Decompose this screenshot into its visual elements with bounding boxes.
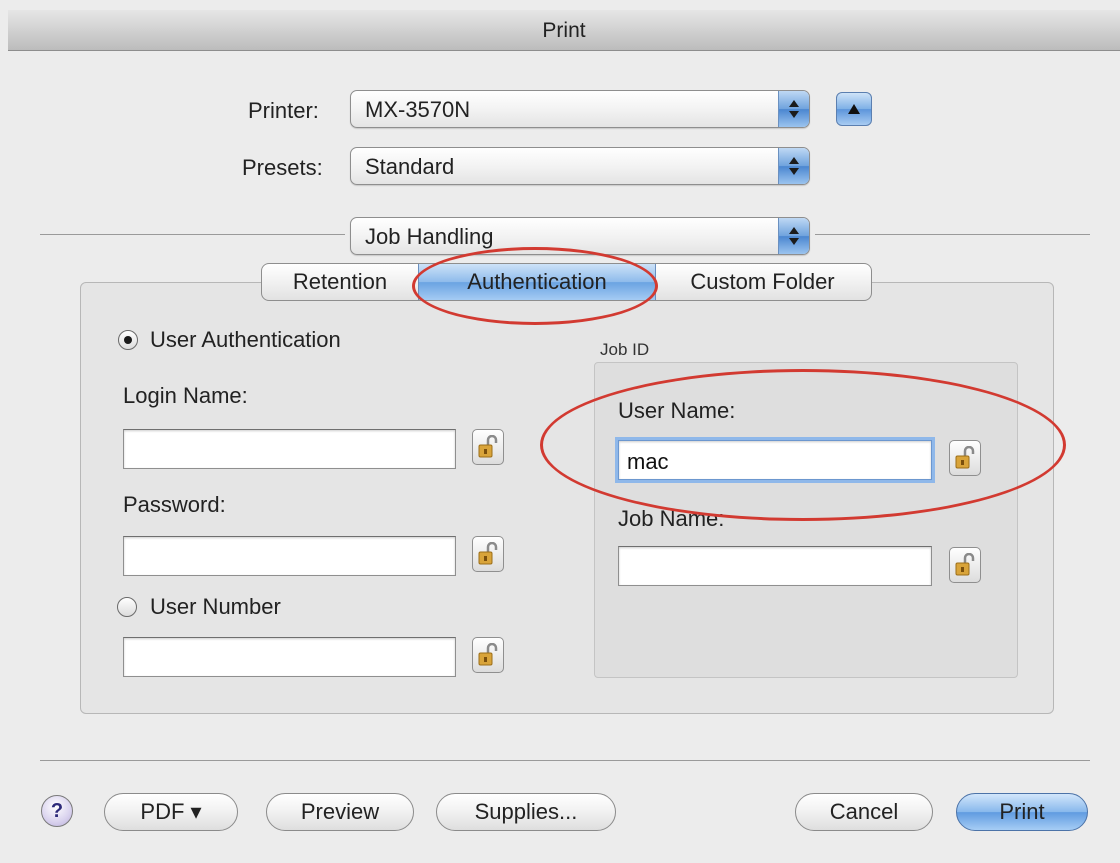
title-bar: Print [8, 10, 1120, 51]
login-name-label: Login Name: [123, 383, 248, 408]
separator-left [40, 234, 345, 235]
preview-button[interactable]: Preview [266, 793, 414, 831]
tab-custom-folder[interactable]: Custom Folder [654, 264, 871, 300]
user-number-field[interactable] [123, 637, 456, 677]
user-name-label: User Name: [618, 398, 736, 423]
user-number-lock-button[interactable] [472, 637, 504, 673]
bottom-separator [40, 760, 1090, 761]
separator-right [815, 234, 1090, 235]
login-name-lock-button[interactable] [472, 429, 504, 465]
disclosure-button[interactable] [836, 92, 872, 126]
window-title: Print [542, 19, 586, 42]
login-name-field[interactable] [123, 429, 456, 469]
user-name-lock-button[interactable] [949, 440, 981, 476]
section-value: Job Handling [365, 224, 494, 249]
triangle-up-icon [848, 104, 860, 114]
unlocked-padlock-icon [955, 446, 975, 469]
user-number-label: User Number [150, 594, 281, 619]
unlocked-padlock-icon [478, 643, 498, 666]
user-number-radio[interactable] [117, 597, 137, 617]
password-lock-button[interactable] [472, 536, 504, 572]
presets-label: Presets: [242, 155, 323, 180]
unlocked-padlock-icon [955, 553, 975, 576]
job-name-lock-button[interactable] [949, 547, 981, 583]
job-id-group-label: Job ID [600, 340, 650, 359]
job-name-field[interactable] [618, 546, 932, 586]
help-button[interactable]: ? [41, 795, 73, 827]
popup-arrows-icon [778, 91, 809, 127]
popup-arrows-icon [778, 148, 809, 184]
tab-retention[interactable]: Retention [262, 264, 418, 300]
tab-bar: Retention Authentication Custom Folder [261, 263, 872, 301]
section-popup[interactable]: Job Handling [350, 217, 810, 255]
password-label: Password: [123, 492, 226, 517]
print-button[interactable]: Print [956, 793, 1088, 831]
password-field[interactable] [123, 536, 456, 576]
printer-value: MX-3570N [365, 97, 471, 122]
unlocked-padlock-icon [478, 435, 498, 458]
printer-label: Printer: [248, 98, 319, 123]
user-authentication-label: User Authentication [150, 327, 341, 352]
printer-popup[interactable]: MX-3570N [350, 90, 810, 128]
user-authentication-radio[interactable] [118, 330, 138, 350]
presets-popup[interactable]: Standard [350, 147, 810, 185]
cancel-button[interactable]: Cancel [795, 793, 933, 831]
tab-authentication[interactable]: Authentication [418, 264, 656, 300]
unlocked-padlock-icon [478, 542, 498, 565]
presets-value: Standard [365, 154, 455, 179]
pdf-button[interactable]: PDF ▾ [104, 793, 238, 831]
user-name-field[interactable]: mac [618, 440, 932, 480]
popup-arrows-icon [778, 218, 809, 254]
supplies-button[interactable]: Supplies... [436, 793, 616, 831]
job-name-label: Job Name: [618, 506, 725, 531]
